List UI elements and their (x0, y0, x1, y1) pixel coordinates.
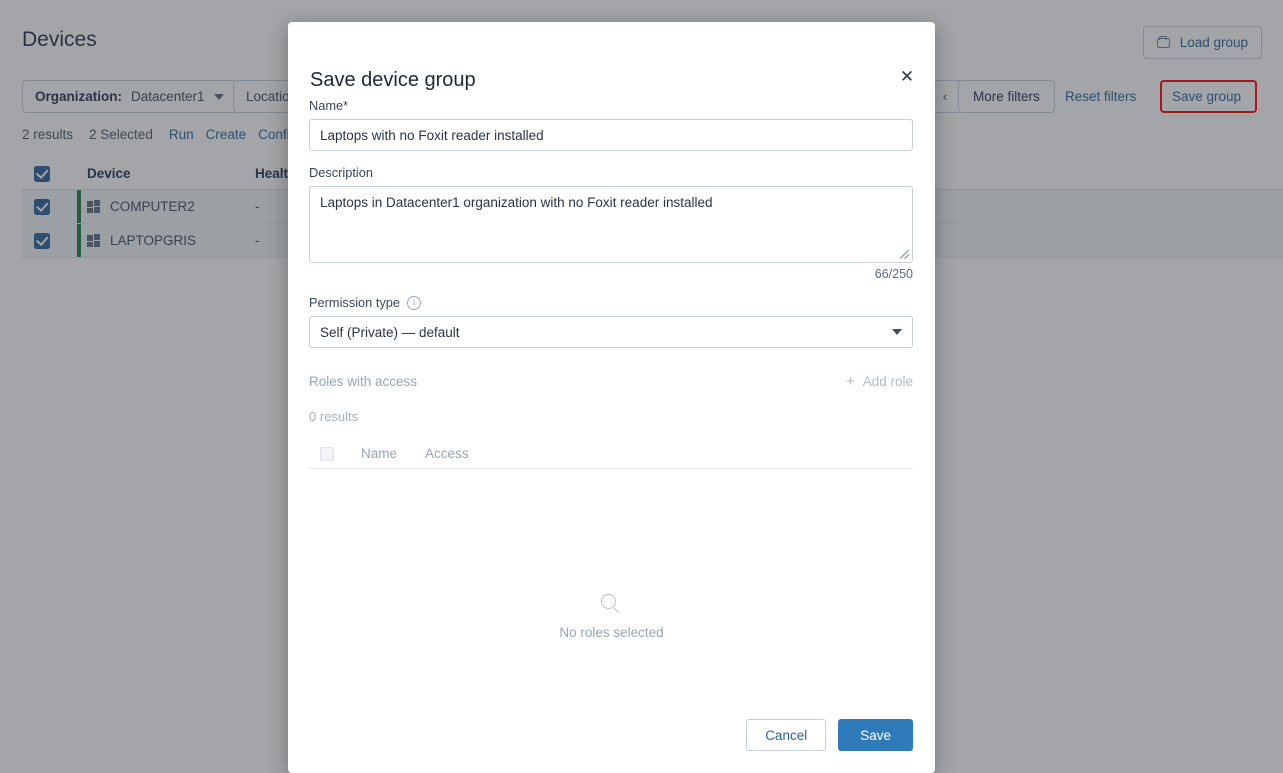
roles-section-header: Roles with access + Add role (309, 374, 913, 389)
character-counter: 66/250 (309, 267, 913, 281)
plus-icon: + (846, 374, 855, 389)
add-role-button[interactable]: + Add role (846, 374, 913, 389)
name-input[interactable]: Laptops with no Foxit reader installed (309, 119, 913, 151)
roles-select-all-checkbox (320, 447, 334, 461)
description-label: Description (309, 165, 913, 180)
dialog-form: Name* Laptops with no Foxit reader insta… (309, 98, 913, 469)
save-button[interactable]: Save (838, 719, 913, 751)
close-icon[interactable]: ✕ (895, 64, 919, 88)
permission-type-label: Permission type (309, 295, 400, 310)
info-icon[interactable]: i (407, 296, 421, 310)
app-root: Devices Load group Organization: Datacen… (0, 0, 1283, 773)
description-input[interactable]: Laptops in Datacenter1 organization with… (309, 186, 913, 263)
dialog-title: Save device group (310, 69, 476, 92)
roles-section-title: Roles with access (309, 374, 417, 389)
save-device-group-dialog: Save device group ✕ Name* Laptops with n… (288, 22, 935, 773)
roles-column-access: Access (425, 446, 469, 461)
roles-table-header: Name Access (309, 439, 913, 469)
permission-type-select[interactable]: Self (Private) — default (309, 316, 913, 348)
dialog-footer: Cancel Save (746, 719, 913, 751)
cancel-button[interactable]: Cancel (746, 719, 826, 751)
description-value: Laptops in Datacenter1 organization with… (320, 195, 712, 210)
empty-state-text: No roles selected (559, 625, 663, 640)
roles-results-count: 0 results (309, 409, 913, 424)
name-label: Name* (309, 98, 913, 113)
resize-handle[interactable] (900, 250, 909, 259)
roles-empty-state: No roles selected (288, 594, 935, 640)
roles-column-name: Name (361, 446, 397, 461)
chevron-down-icon (892, 329, 902, 335)
search-icon (601, 594, 622, 615)
add-role-label: Add role (863, 374, 913, 389)
permission-type-label-row: Permission type i (309, 295, 913, 310)
permission-type-value: Self (Private) — default (320, 325, 460, 340)
